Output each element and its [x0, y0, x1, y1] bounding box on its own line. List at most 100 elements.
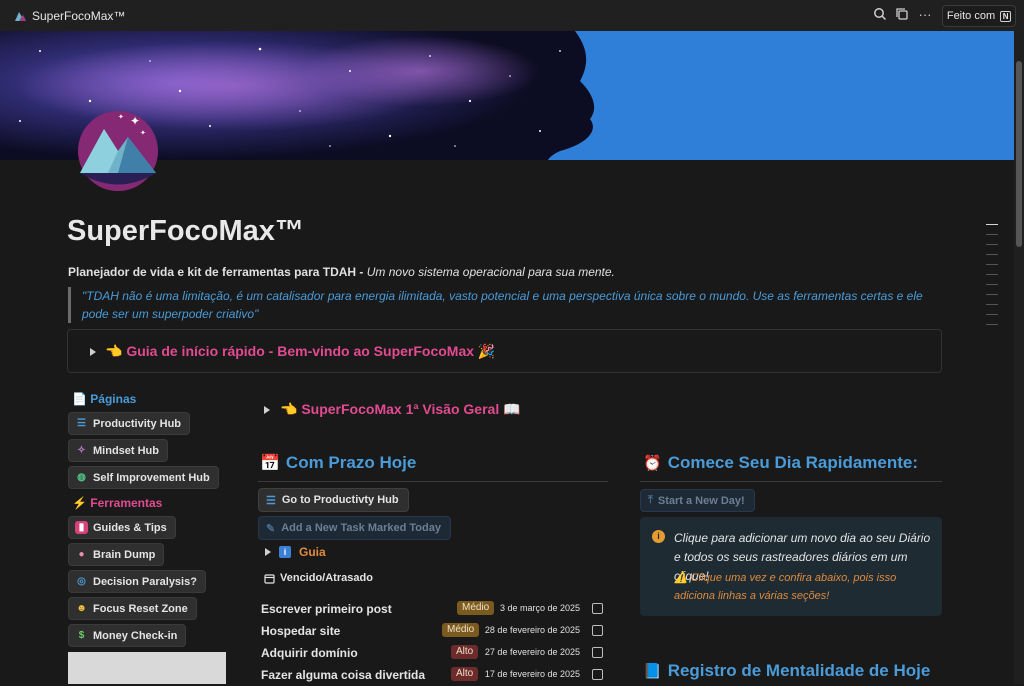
clock-icon: ⏰	[643, 455, 662, 472]
task-checkbox[interactable]	[592, 669, 603, 680]
overview-label: 👈 SuperFocoMax 1ª Visão Geral 📖	[280, 401, 521, 417]
page-icon: 📄	[72, 392, 87, 406]
go-hub-label: Go to Productivty Hub	[281, 494, 399, 506]
new-day-label: Start a New Day!	[657, 494, 745, 507]
sidebar-item-brain-dump[interactable]: ● Brain Dump	[68, 543, 165, 566]
quick-start-title: Comece Seu Dia Rapidamente:	[667, 453, 919, 472]
tools-header-label: Ferramentas	[90, 496, 163, 510]
task-checkbox[interactable]	[592, 603, 603, 614]
sidebar-item-label: Decision Paralysis?	[93, 575, 197, 588]
task-date: 28 de fevereiro de 2025	[484, 625, 580, 635]
sidebar-item-focus-reset-zone[interactable]: ☻ Focus Reset Zone	[68, 597, 197, 620]
sparkles-icon: ✧	[77, 445, 86, 456]
sidebar-item-label: Money Check-in	[93, 629, 178, 642]
mindset-header: 📘 Registro de Mentalidade de Hoje	[643, 661, 930, 681]
sidebar-item-label: Mindset Hub	[93, 444, 159, 457]
sidebar-item-money-check-in[interactable]: $ Money Check-in	[68, 624, 187, 647]
app-logo-icon	[15, 12, 26, 21]
callout-warning: ⚠️ Clique uma vez e confira abaixo, pois…	[674, 572, 897, 602]
due-today-title: Com Prazo Hoje	[285, 453, 417, 472]
quick-start-header: ⏰ Comece Seu Dia Rapidamente:	[643, 453, 918, 473]
task-date: 27 de fevereiro de 2025	[484, 647, 580, 657]
duplicate-icon[interactable]	[894, 7, 910, 23]
sidebar-item-label: Brain Dump	[93, 548, 156, 561]
page-logo-icon: ✦ ✦ ✦	[78, 111, 158, 191]
subtitle-bold: Planejador de vida e kit de ferramentas …	[68, 265, 367, 279]
due-today-header: 📅 Com Prazo Hoje	[260, 453, 416, 473]
scrollbar-thumb[interactable]	[1016, 61, 1022, 247]
guia-toggle[interactable]: i Guia	[265, 545, 326, 559]
guia-label: Guia	[299, 545, 326, 559]
notion-icon: N	[1000, 10, 1012, 22]
book-icon: 📘	[643, 663, 662, 680]
more-icon[interactable]: ···	[917, 7, 933, 23]
book-icon: ▮	[75, 521, 88, 534]
mindset-title: Registro de Mentalidade de Hoje	[667, 661, 931, 680]
info-icon: i	[279, 546, 291, 558]
task-date: 17 de fevereiro de 2025	[484, 669, 580, 679]
pages-header: 📄 Páginas	[72, 392, 136, 406]
table-row[interactable]: Escrever primeiro post Médio 3 de março …	[258, 598, 606, 620]
start-new-day-button[interactable]: ⤒ Start a New Day!	[640, 489, 755, 512]
go-productivity-hub-button[interactable]: ☰ Go to Productivty Hub	[258, 488, 409, 512]
pages-header-label: Páginas	[90, 392, 137, 406]
page-title: SuperFocoMax™	[67, 215, 304, 247]
toggle-arrow-icon[interactable]	[265, 548, 271, 556]
table-of-contents-markers[interactable]	[986, 224, 998, 334]
money-icon: $	[78, 630, 85, 641]
face-icon: ☻	[76, 603, 87, 614]
add-task-label: Add a New Task Marked Today	[281, 522, 441, 534]
svg-text:✦: ✦	[140, 129, 146, 137]
task-name[interactable]: Fazer alguma coisa divertida	[261, 668, 425, 682]
toggle-arrow-icon[interactable]	[264, 406, 270, 414]
table-row[interactable]: Hospedar site Médio 28 de fevereiro de 2…	[258, 620, 606, 642]
sidebar-item-decision-paralysis[interactable]: ◎ Decision Paralysis?	[68, 570, 206, 593]
table-row[interactable]: Adquirir domínio Alto 27 de fevereiro de…	[258, 642, 606, 664]
tools-header: ⚡ Ferramentas	[72, 496, 162, 510]
sidebar-item-guides-tips[interactable]: ▮ Guides & Tips	[68, 516, 176, 539]
overdue-header: Vencido/Atrasado	[264, 572, 373, 584]
svg-text:✦: ✦	[130, 114, 140, 128]
brain-icon: ●	[78, 549, 85, 560]
divider	[640, 481, 942, 482]
sidebar-item-mindset-hub[interactable]: ✧ Mindset Hub	[68, 439, 168, 462]
task-name[interactable]: Adquirir domínio	[261, 646, 358, 660]
scrollbar[interactable]	[1014, 31, 1024, 684]
calendar-small-icon	[264, 573, 275, 584]
calendar-icon: 📅	[260, 455, 280, 472]
add-task-button[interactable]: ✎ Add a New Task Marked Today	[258, 516, 451, 540]
quickstart-toggle[interactable]: 👈 Guia de início rápido - Bem-vindo ao S…	[67, 329, 942, 373]
spiral-icon: ◎	[77, 576, 86, 587]
made-with-notion-button[interactable]: Feito com N	[942, 5, 1016, 27]
divider	[258, 481, 608, 482]
info-callout: i Clique para adicionar um novo dia ao s…	[640, 517, 942, 616]
list-icon: ☰	[266, 494, 276, 507]
task-checkbox[interactable]	[592, 625, 603, 636]
sidebar-item-label: Focus Reset Zone	[93, 602, 188, 615]
task-name[interactable]: Escrever primeiro post	[261, 602, 392, 616]
search-icon[interactable]	[872, 7, 888, 23]
lightning-icon: ⚡	[72, 496, 87, 510]
toggle-arrow-icon[interactable]	[90, 348, 96, 356]
upload-icon: ⤒	[648, 494, 653, 506]
table-row[interactable]: Fazer alguma coisa divertida Alto 17 de …	[258, 664, 606, 686]
quote-block: "TDAH não é uma limitação, é um catalisa…	[68, 287, 938, 323]
globe-icon: ◍	[77, 472, 86, 483]
list-icon: ☰	[77, 418, 86, 429]
svg-text:✦: ✦	[118, 113, 124, 121]
task-date: 3 de março de 2025	[499, 603, 580, 613]
info-icon: i	[652, 530, 665, 543]
sidebar-item-label: Guides & Tips	[93, 521, 167, 534]
sidebar-item-label: Productivity Hub	[93, 417, 182, 430]
sidebar-item-productivity-hub[interactable]: ☰ Productivity Hub	[68, 412, 191, 435]
page-subtitle: Planejador de vida e kit de ferramentas …	[68, 265, 615, 279]
quickstart-label: 👈 Guia de início rápido - Bem-vindo ao S…	[105, 343, 496, 359]
sidebar-item-self-improvement-hub[interactable]: ◍ Self Improvement Hub	[68, 466, 219, 489]
top-bar: SuperFocoMax™ ··· Feito com N	[0, 0, 1024, 31]
edit-icon: ✎	[266, 522, 276, 535]
task-name[interactable]: Hospedar site	[261, 624, 340, 638]
task-checkbox[interactable]	[592, 647, 603, 658]
sidebar-image-placeholder	[68, 652, 226, 684]
overdue-label: Vencido/Atrasado	[280, 572, 373, 584]
app-title: SuperFocoMax™	[32, 9, 126, 23]
